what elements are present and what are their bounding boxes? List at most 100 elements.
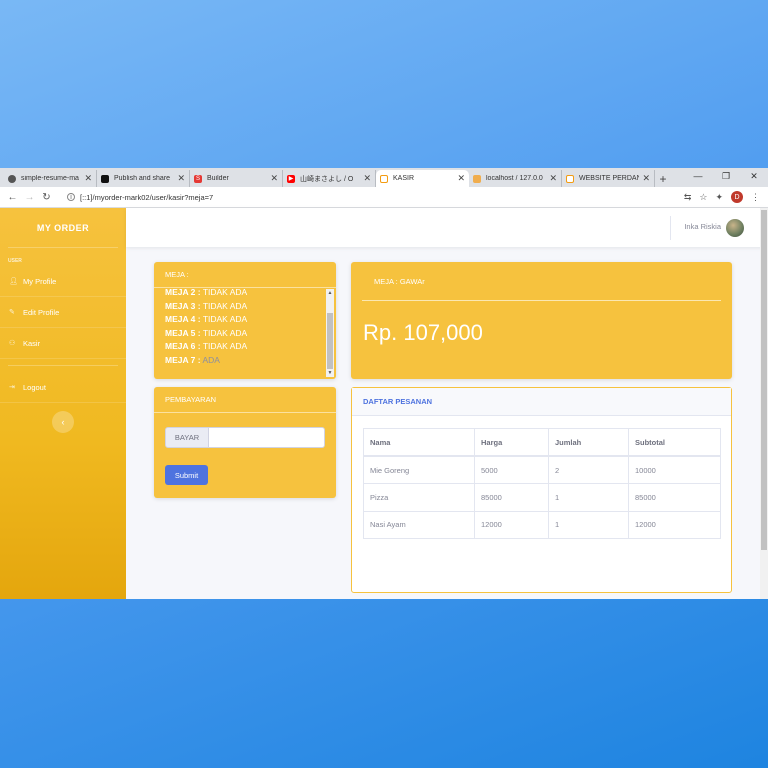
bayar-input[interactable] (209, 427, 325, 448)
sidebar-item-kasir[interactable]: ⚇ Kasir (0, 328, 126, 359)
close-icon[interactable]: ✕ (642, 173, 650, 184)
back-icon[interactable]: ← (4, 192, 21, 203)
sidebar-item-edit-profile[interactable]: ✎ Edit Profile (0, 297, 126, 328)
window-controls: — ❐ ✕ (684, 168, 768, 187)
user-avatar[interactable] (726, 219, 744, 237)
total-card: MEJA : GAWAr Rp. 107,000 (351, 262, 732, 379)
builder-icon: S (194, 174, 202, 183)
minimize-icon[interactable]: — (684, 168, 712, 187)
sidebar-item-label: Edit Profile (23, 307, 60, 317)
table-header-row: Nama Harga Jumlah Subtotal (363, 428, 721, 457)
close-icon[interactable]: ✕ (549, 173, 557, 184)
scroll-up-icon[interactable]: ▲ (326, 289, 334, 297)
table-row: Pizza 85000 1 85000 (363, 483, 721, 512)
meja-row: MEJA 7 : ADA (165, 354, 220, 365)
tab-publish[interactable]: Publish and share ✕ (97, 170, 190, 187)
column-header: Jumlah (548, 428, 629, 457)
sidebar-item-label: My Profile (23, 276, 57, 286)
sidebar-toggle-button[interactable]: ‹ (52, 411, 74, 433)
close-window-icon[interactable]: ✕ (740, 168, 768, 187)
table-cell: 85000 (628, 483, 721, 512)
user-icon: 👤︎ (9, 278, 18, 285)
tab-website[interactable]: WEBSITE PERDANA ✕ (562, 170, 655, 187)
sidebar-item-label: Kasir (23, 338, 41, 348)
table-cell: 5000 (474, 455, 549, 484)
bookmark-star-icon[interactable]: ☆ (699, 192, 707, 203)
sidebar-item-logout[interactable]: ⇥ Logout (0, 372, 126, 403)
forward-icon[interactable]: → (21, 192, 38, 203)
table-cell: 2 (548, 455, 629, 484)
table-cell: 1 (548, 483, 629, 512)
sidebar-item-my-profile[interactable]: 👤︎ My Profile (0, 266, 126, 297)
total-card-title: MEJA : GAWAr (362, 262, 721, 301)
meja-row: MEJA 2 : TIDAK ADA (165, 289, 248, 297)
tab-kasir[interactable]: KASIR ✕ (376, 170, 469, 187)
kasir-icon (380, 174, 388, 183)
tab-youtube[interactable]: ▶ 山崎まさよし / O ✕ (283, 170, 376, 187)
column-header: Subtotal (628, 428, 721, 457)
table-cell: Mie Goreng (363, 455, 475, 484)
column-header: Harga (474, 428, 549, 457)
meja-row: MEJA 4 : TIDAK ADA (165, 314, 248, 324)
tab-localhost[interactable]: localhost / 127.0.0 ✕ (469, 170, 562, 187)
table-cell: Pizza (363, 483, 475, 512)
daftar-pesanan-title: DAFTAR PESANAN (352, 388, 731, 416)
meja-card: MEJA : MEJA 2 : TIDAK ADA MEJA 3 : TIDAK… (154, 262, 336, 379)
close-icon[interactable]: ✕ (177, 173, 185, 184)
address-bar: ← → ↻ i [::1]/myorder-mark02/user/kasir?… (0, 187, 768, 208)
translate-icon[interactable]: ⇆ (684, 192, 692, 203)
meja-list[interactable]: MEJA 2 : TIDAK ADA MEJA 3 : TIDAK ADA ME… (155, 289, 335, 377)
website-icon (566, 174, 574, 183)
total-amount: Rp. 107,000 (363, 320, 483, 345)
tab-title: WEBSITE PERDANA (579, 175, 639, 182)
submit-button[interactable]: Submit (165, 465, 208, 485)
restore-icon[interactable]: ❐ (712, 168, 740, 187)
tab-title: Publish and share (114, 175, 171, 182)
tab-title: simple-resume-ma (21, 175, 79, 182)
page-scrollbar[interactable] (760, 208, 768, 599)
meja-scrollbar[interactable]: ▲ ▼ (326, 289, 334, 377)
table-cell: Nasi Ayam (363, 510, 475, 539)
info-icon[interactable]: i (67, 193, 75, 201)
medium-icon (101, 174, 109, 183)
meja-row: MEJA 3 : TIDAK ADA (165, 300, 248, 311)
meja-card-title: MEJA : (154, 262, 336, 288)
menu-icon[interactable]: ⋮ (751, 192, 760, 203)
url-field[interactable]: i [::1]/myorder-mark02/user/kasir?meja=7 (61, 190, 684, 205)
table-row: Mie Goreng 5000 2 10000 (363, 455, 721, 484)
profile-avatar[interactable]: D (731, 191, 743, 203)
sidebar-item-label: Logout (23, 382, 46, 392)
chevron-left-icon: ‹ (61, 417, 65, 427)
extensions-icon[interactable]: ✦ (715, 192, 723, 203)
meja-row: MEJA 6 : TIDAK ADA (165, 341, 248, 351)
table-cell: 1 (548, 510, 629, 539)
table-cell: 10000 (628, 455, 721, 484)
close-icon[interactable]: ✕ (270, 173, 278, 184)
reload-icon[interactable]: ↻ (38, 192, 55, 203)
tab-title: localhost / 127.0.0 (486, 175, 543, 182)
scroll-down-icon[interactable]: ▼ (326, 369, 334, 377)
table-cell: 12000 (628, 510, 721, 539)
brand[interactable]: MY ORDER (8, 208, 118, 248)
topbar-divider (670, 216, 671, 240)
pembayaran-card: PEMBAYARAN BAYAR Submit (154, 387, 336, 498)
tab-strip: simple-resume-ma ✕ Publish and share ✕ S… (0, 168, 768, 187)
table-cell: 85000 (474, 483, 549, 512)
close-icon[interactable]: ✕ (84, 173, 92, 184)
close-icon[interactable]: ✕ (363, 173, 371, 184)
tab-title: KASIR (393, 175, 415, 182)
tab-builder[interactable]: S Builder ✕ (190, 170, 283, 187)
tab-simple-resume[interactable]: simple-resume-ma ✕ (4, 170, 97, 187)
meja-row: MEJA 5 : TIDAK ADA (165, 327, 248, 338)
user-name[interactable]: Inka Riskia (684, 222, 721, 231)
new-tab-button[interactable]: + (655, 170, 671, 187)
scroll-thumb[interactable] (327, 313, 333, 369)
tab-title: Builder (207, 175, 229, 182)
bayar-prefix: BAYAR (165, 427, 209, 448)
column-header: Nama (363, 428, 475, 457)
youtube-icon: ▶ (287, 174, 295, 183)
topbar: Inka Riskia (126, 208, 768, 247)
close-icon[interactable]: ✕ (457, 173, 465, 184)
logout-icon: ⇥ (9, 384, 15, 391)
page-scroll-thumb[interactable] (761, 210, 767, 550)
